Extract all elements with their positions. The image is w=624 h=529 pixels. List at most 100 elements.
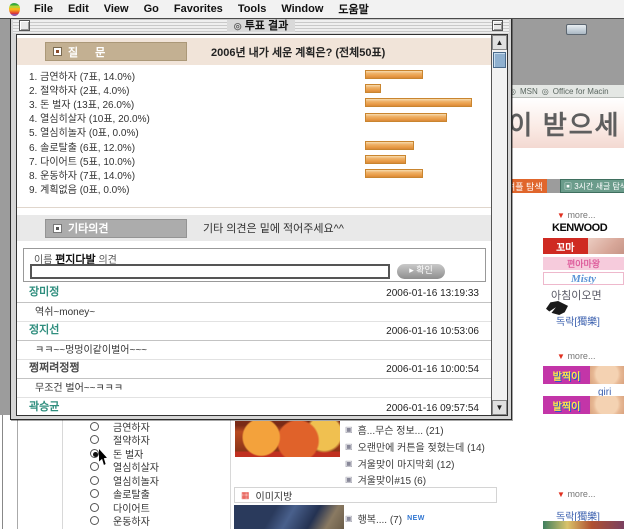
comment-text: 역쉬~money~ [29, 303, 95, 318]
kenwood-logo[interactable]: KENWOOD [552, 222, 607, 234]
scrollbar-thumb[interactable] [493, 52, 506, 68]
question-label-box: 질 문 [45, 42, 187, 61]
radio-icon[interactable] [90, 503, 99, 512]
bullet-box-icon [53, 224, 62, 233]
search-badge-3hour[interactable]: ▣ 3시간 새글 탐색 [560, 179, 624, 193]
result-bar [365, 141, 414, 150]
scroll-down-button[interactable]: ▼ [492, 400, 507, 415]
result-bar [365, 169, 423, 178]
comments-list: 장미정 2006-01-16 13:19:33 역쉬~money~ 정지선 20… [17, 284, 491, 416]
more-label: more... [567, 210, 595, 220]
radio-icon[interactable] [90, 516, 99, 525]
menu-go[interactable]: Go [144, 3, 159, 15]
poll-result-label: 5. 열심히놀자 (0표, 0.0%) [29, 124, 139, 139]
menu-favorites[interactable]: Favorites [174, 3, 223, 15]
window-title-bar[interactable]: ◎ 투표 결과 [13, 17, 509, 33]
comment-text-row: 역쉬~money~ [17, 303, 491, 322]
commenter-name[interactable]: 쩡쩌려정쩡 [29, 359, 80, 375]
result-bar [365, 113, 447, 122]
comment-date: 2006-01-16 10:00:54 [386, 364, 479, 375]
image-room-header: ▦ 이미지방 [234, 487, 497, 503]
board-link[interactable]: ▣ 오랜만에 커튼을 젖혔는데 (14) [345, 439, 485, 454]
new-badge: NEW [407, 515, 425, 522]
other-opinion-label: 기타의견 [68, 220, 108, 236]
ad-banner-misty[interactable]: Misty [543, 272, 624, 285]
window-title: ◎ 투표 결과 [30, 17, 492, 33]
screen: ◎ MSN ◎ Office for Macin 이 받으세 려플 탐색 ▣ 3… [0, 0, 624, 529]
poll-results-list: 1. 금연하자 (7표, 14.0%) 2. 절약하자 (2표, 4.0%) 3… [29, 68, 489, 196]
ad-banner-greeting[interactable]: 이 받으세 [505, 98, 624, 148]
menu-tools[interactable]: Tools [238, 3, 267, 15]
board-link[interactable]: ▣흠...무슨 정보... (21) [345, 422, 444, 437]
more-link[interactable]: ▼ more... [557, 210, 595, 220]
poll-result-row: 5. 열심히놀자 (0표, 0.0%) [29, 125, 489, 139]
opinion-input[interactable] [30, 264, 390, 279]
lantern-photo[interactable] [235, 421, 340, 457]
radio-icon[interactable] [90, 435, 99, 444]
page-background [505, 148, 624, 179]
radio-icon[interactable] [90, 422, 99, 431]
denim-photo[interactable] [234, 505, 344, 529]
menu-file[interactable]: File [34, 3, 53, 15]
table-border-line [230, 418, 231, 529]
radio-icon[interactable] [90, 476, 99, 485]
radio-icon[interactable] [90, 489, 99, 498]
balzzik-text: 발찍이 [543, 366, 590, 384]
ad-banner-pink[interactable]: 편아마왕 [543, 257, 624, 270]
poll-option-row[interactable]: 솔로탈출 [90, 487, 150, 500]
poll-result-row: 8. 운동하자 (7표, 14.0%) [29, 167, 489, 181]
poll-result-label: 3. 돈 벌자 (13표, 26.0%) [29, 96, 134, 111]
board-link[interactable]: ▣겨울맞이#15 (6) [345, 472, 426, 487]
menu-view[interactable]: View [104, 3, 129, 15]
window-edge-line [2, 415, 3, 529]
radio-selected-icon[interactable] [90, 449, 99, 458]
commenter-name[interactable]: 정지선 [29, 321, 59, 337]
board-link-label: 겨울맞이 마지막회 (12) [358, 456, 455, 471]
ad-banner-kkoma[interactable]: 꼬마 [543, 238, 624, 254]
radio-icon[interactable] [90, 462, 99, 471]
comment-header-row: 정지선 2006-01-16 10:53:06 [17, 322, 491, 341]
more-link[interactable]: ▼ more... [557, 489, 595, 499]
board-link-label: 오랜만에 커튼을 젖혔는데 (14) [358, 439, 485, 454]
kkoma-image [588, 238, 624, 254]
ad-banner-balzzik[interactable]: 발찍이 [543, 396, 624, 414]
window-scrollbar[interactable]: ▲ ▼ [491, 35, 507, 415]
image-room-icon: ▦ [241, 490, 250, 501]
more-link[interactable]: ▼ more... [557, 351, 595, 361]
fav-msn[interactable]: MSN [520, 87, 538, 96]
other-opinion-band: 기타의견 기타 의견은 밑에 적어주세요^^ [17, 215, 491, 241]
board-link[interactable]: ▣ 겨울맞이 마지막회 (12) [345, 456, 455, 471]
collapse-box[interactable] [492, 20, 503, 31]
achim-link[interactable]: 아침이오면 [551, 287, 602, 303]
poll-option-row[interactable]: 열심히살자 [90, 460, 159, 473]
thumbnail-image[interactable] [543, 521, 624, 529]
fav-circle-icon: ◎ [542, 87, 549, 96]
question-band: 질 문 2006년 내가 세운 계획은? (전체50표) [17, 38, 491, 65]
confirm-button[interactable]: ▸ 확인 [397, 264, 445, 279]
title-circle-icon: ◎ [234, 21, 242, 31]
scroll-up-button[interactable]: ▲ [492, 35, 507, 50]
link-bullet-icon: ▣ [345, 442, 353, 451]
menu-window[interactable]: Window [281, 3, 323, 15]
commenter-name[interactable]: 곽승균 [29, 398, 59, 414]
poll-result-label: 7. 다이어트 (5표, 10.0%) [29, 153, 135, 168]
link-bullet-icon: ▣ [345, 459, 353, 468]
menu-edit[interactable]: Edit [68, 3, 89, 15]
board-link-happy[interactable]: ▣ 행복.... (7) NEW [345, 511, 425, 526]
comment-text-row: 무조건 벌어~~ㅋㅋㅋ [17, 379, 491, 398]
commenter-name[interactable]: 장미정 [29, 283, 59, 299]
more-label: more... [567, 351, 595, 361]
poll-option-row[interactable]: 절약하자 [90, 433, 150, 446]
question-label: 질 문 [68, 44, 112, 60]
comment-header-row: 곽승균 2006-01-16 09:57:54 [17, 398, 491, 416]
menu-help[interactable]: 도움말 [338, 1, 368, 17]
apple-menu-icon[interactable] [9, 3, 20, 16]
close-box[interactable] [19, 20, 30, 31]
comment-text: ㅋㅋ~~멍멍이같이벌어~~~ [29, 341, 147, 356]
result-bar [365, 84, 381, 93]
browser-toolbar-icon[interactable] [566, 24, 587, 35]
ad-banner-balzzik[interactable]: 발찍이 [543, 366, 624, 384]
dokrak-link[interactable]: 독락[獨樂] [556, 313, 600, 328]
board-link-label: 겨울맞이#15 (6) [358, 472, 427, 487]
fav-office[interactable]: Office for Macin [553, 87, 609, 96]
